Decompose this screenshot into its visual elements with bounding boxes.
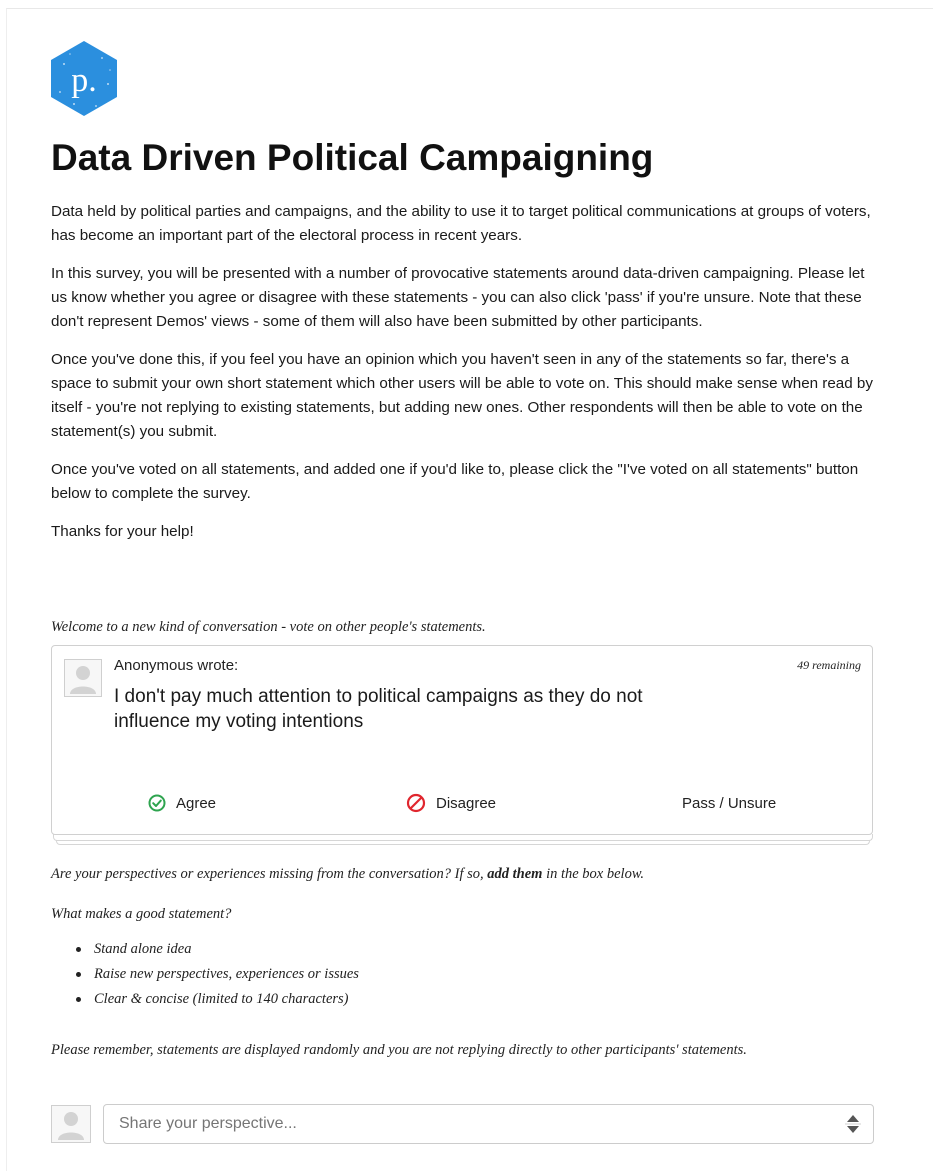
intro-paragraph: Data held by political parties and campa… <box>51 203 871 244</box>
welcome-text: Welcome to a new kind of conversation - … <box>51 619 486 635</box>
ban-circle-icon <box>406 793 426 813</box>
remember-note: Please remember, statements are displaye… <box>51 1042 747 1058</box>
list-item: Raise new perspectives, experiences or i… <box>51 962 359 987</box>
polis-logo: p. <box>50 40 118 117</box>
statement-input[interactable] <box>103 1104 874 1144</box>
statement-text: I don't pay much attention to political … <box>114 686 643 732</box>
user-avatar <box>51 1105 91 1143</box>
intro-paragraph: Once you've voted on all statements, and… <box>51 461 859 502</box>
pass-label: Pass / Unsure <box>682 794 777 812</box>
intro-paragraph: Once you've done this, if you feel you h… <box>51 351 873 440</box>
missing-perspectives-text: Are your perspectives or experiences mis… <box>51 864 644 884</box>
missing-prefix: Are your perspectives or experiences mis… <box>51 866 488 882</box>
remaining-count: 49 remaining <box>797 658 861 672</box>
missing-suffix: in the box below. <box>542 866 645 882</box>
intro-paragraph: Thanks for your help! <box>51 523 194 540</box>
user-silhouette-icon <box>52 1106 90 1142</box>
good-statement-question: What makes a good statement? <box>51 906 232 922</box>
statement-author: Anonymous wrote: <box>114 657 239 674</box>
user-silhouette-icon <box>65 660 101 696</box>
spinner-arrows-icon[interactable] <box>842 1112 864 1136</box>
agree-label: Agree <box>176 794 217 812</box>
page-title: Data Driven Political Campaigning <box>51 137 654 178</box>
card-stack-shadow <box>53 834 873 841</box>
statement-tips-list: Stand alone idea Raise new perspectives,… <box>51 937 359 1012</box>
pass-button[interactable]: Pass / Unsure <box>682 791 776 815</box>
disagree-button[interactable]: Disagree <box>406 791 496 815</box>
missing-bold: add them <box>487 866 543 882</box>
disagree-label: Disagree <box>436 794 497 812</box>
list-item: Stand alone idea <box>51 937 359 962</box>
intro-paragraph: In this survey, you will be presented wi… <box>51 265 865 330</box>
list-item: Clear & concise (limited to 140 characte… <box>51 987 359 1012</box>
check-circle-icon <box>148 794 166 812</box>
statement-card: Anonymous wrote: 49 remaining I don't pa… <box>51 645 873 835</box>
author-avatar <box>64 659 102 697</box>
logo-letter: p. <box>71 62 97 99</box>
agree-button[interactable]: Agree <box>148 791 216 815</box>
survey-intro: Data held by political parties and campa… <box>51 200 881 558</box>
